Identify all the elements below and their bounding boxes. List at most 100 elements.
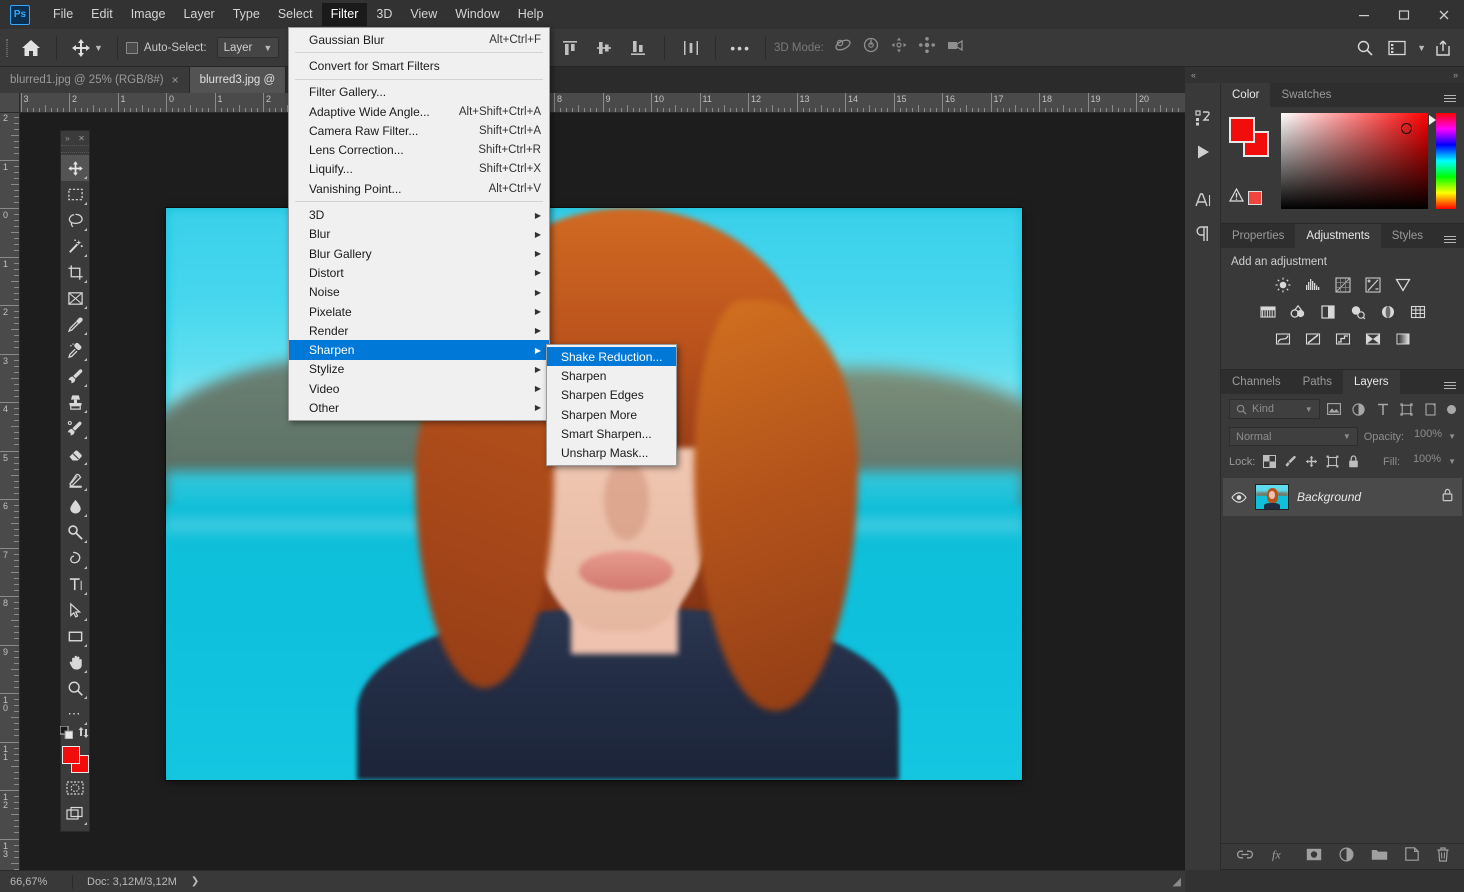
gamut-substitute-swatch[interactable] <box>1248 191 1262 205</box>
edit-toolbar-tool[interactable]: ⋯ <box>61 701 89 727</box>
invert-icon[interactable] <box>1274 330 1292 348</box>
submenu-item-unsharp-mask[interactable]: Unsharp Mask... <box>547 443 676 462</box>
menu-help[interactable]: Help <box>509 3 553 26</box>
menu-item-blur[interactable]: Blur ▶ <box>289 225 549 244</box>
align-vertical-centers-icon[interactable] <box>588 29 620 67</box>
color-field[interactable] <box>1281 113 1428 209</box>
default-colors-icon[interactable] <box>60 726 73 744</box>
menu-item-noise[interactable]: Noise ▶ <box>289 283 549 302</box>
path-selection-tool[interactable] <box>61 597 89 623</box>
color-field-cursor[interactable] <box>1401 123 1412 134</box>
menu-image[interactable]: Image <box>122 3 175 26</box>
filters-on-toggle[interactable] <box>1447 405 1456 414</box>
collapse-left-icon[interactable]: « <box>1191 70 1196 80</box>
paragraph-icon[interactable] <box>1185 217 1221 251</box>
menu-window[interactable]: Window <box>446 3 508 26</box>
blend-mode-dropdown[interactable]: Normal ▼ <box>1229 427 1358 446</box>
close-icon[interactable] <box>1424 0 1464 29</box>
submenu-item-sharpen-edges[interactable]: Sharpen Edges <box>547 386 676 405</box>
ruler-corner[interactable] <box>0 93 20 113</box>
status-bar-grip[interactable]: ◢ <box>1173 875 1185 888</box>
lasso-tool[interactable] <box>61 207 89 233</box>
lock-image-pixels-icon[interactable] <box>1283 455 1297 469</box>
menu-item-convert-for-smart-filters[interactable]: Convert for Smart Filters <box>289 56 549 75</box>
foreground-color-swatch[interactable] <box>1229 117 1255 143</box>
search-icon[interactable] <box>1350 29 1380 67</box>
brightness-contrast-icon[interactable] <box>1274 276 1292 294</box>
menu-item-distort[interactable]: Distort ▶ <box>289 263 549 282</box>
tab-styles[interactable]: Styles <box>1381 224 1434 248</box>
gradient-map-icon[interactable] <box>1364 330 1382 348</box>
submenu-item-shake-reduction[interactable]: Shake Reduction... <box>547 347 676 366</box>
move-tool-icon[interactable]: ▼ <box>65 29 109 67</box>
play-icon[interactable] <box>1185 135 1221 169</box>
menu-item-lens-correction[interactable]: Lens Correction... Shift+Ctrl+R <box>289 140 549 159</box>
home-icon[interactable] <box>14 29 48 67</box>
gamut-warning-icon[interactable] <box>1229 188 1244 207</box>
photo-filter-icon[interactable] <box>1349 303 1367 321</box>
delete-layer-icon[interactable] <box>1436 847 1450 867</box>
sharpen-submenu[interactable]: Shake Reduction... Sharpen Sharpen Edges… <box>546 344 677 466</box>
submenu-item-smart-sharpen[interactable]: Smart Sharpen... <box>547 424 676 443</box>
libraries-icon[interactable] <box>1185 101 1221 135</box>
maximize-icon[interactable] <box>1384 0 1424 29</box>
color-balance-icon[interactable] <box>1289 303 1307 321</box>
panel-menu-icon[interactable] <box>1436 224 1464 248</box>
menu-item-adaptive-wide-angle[interactable]: Adaptive Wide Angle... Alt+Shift+Ctrl+A <box>289 102 549 121</box>
screen-mode-icon[interactable] <box>61 801 89 827</box>
spot-healing-brush-tool[interactable] <box>61 337 89 363</box>
expand-icon[interactable]: » <box>65 134 69 143</box>
menu-layer[interactable]: Layer <box>174 3 223 26</box>
tab-properties[interactable]: Properties <box>1221 224 1295 248</box>
auto-select-target-dropdown[interactable]: Layer ▼ <box>217 37 280 58</box>
chevron-right-icon[interactable]: ❯ <box>191 876 199 887</box>
smart-object-filter-icon[interactable] <box>1421 399 1440 419</box>
submenu-item-sharpen[interactable]: Sharpen <box>547 366 676 385</box>
eyedropper-tool[interactable] <box>61 311 89 337</box>
collapse-right-icon[interactable]: » <box>1453 70 1458 80</box>
menu-item-render[interactable]: Render ▶ <box>289 321 549 340</box>
type-filter-icon[interactable] <box>1373 399 1392 419</box>
chevron-down-icon[interactable]: ▼ <box>1417 43 1426 53</box>
lock-artboard-icon[interactable] <box>1325 455 1339 469</box>
rectangle-tool[interactable] <box>61 623 89 649</box>
hue-saturation-icon[interactable] <box>1259 303 1277 321</box>
swap-colors-icon[interactable] <box>77 726 90 744</box>
layer-style-fx-icon[interactable]: fx <box>1271 847 1289 866</box>
lock-position-icon[interactable] <box>1304 455 1318 469</box>
menu-item-filter-gallery[interactable]: Filter Gallery... <box>289 83 549 102</box>
panel-menu-icon[interactable] <box>1436 83 1464 107</box>
chevron-down-icon[interactable]: ▼ <box>1448 457 1456 466</box>
pixel-filter-icon[interactable] <box>1325 399 1344 419</box>
quick-mask-icon[interactable] <box>61 775 89 801</box>
auto-select-checkbox[interactable] <box>126 42 138 54</box>
dodge-tool[interactable] <box>61 519 89 545</box>
menu-item-sharpen[interactable]: Sharpen ▶ <box>289 340 549 359</box>
menu-type[interactable]: Type <box>224 3 269 26</box>
align-bottom-edges-icon[interactable] <box>622 29 654 67</box>
foreground-color-swatch[interactable] <box>62 746 80 764</box>
menu-edit[interactable]: Edit <box>82 3 122 26</box>
new-layer-icon[interactable] <box>1405 847 1419 866</box>
frame-tool[interactable] <box>61 285 89 311</box>
opacity-value[interactable]: 100% <box>1410 428 1442 445</box>
vertical-ruler[interactable]: 21012345678910111213 <box>0 113 20 870</box>
shape-filter-icon[interactable] <box>1397 399 1416 419</box>
channel-mixer-icon[interactable] <box>1379 303 1397 321</box>
menu-item-other[interactable]: Other ▶ <box>289 398 549 417</box>
selective-color-icon[interactable] <box>1394 330 1412 348</box>
menu-item-pixelate[interactable]: Pixelate ▶ <box>289 302 549 321</box>
horizontal-ruler[interactable]: 32101234567891011121314151617181920 <box>20 93 1185 113</box>
curves-icon[interactable] <box>1334 276 1352 294</box>
camera-3d-icon[interactable] <box>946 36 966 59</box>
levels-icon[interactable] <box>1304 276 1322 294</box>
threshold-icon[interactable] <box>1334 330 1352 348</box>
minimize-icon[interactable] <box>1344 0 1384 29</box>
menu-3d[interactable]: 3D <box>367 3 401 26</box>
exposure-icon[interactable] <box>1364 276 1382 294</box>
filter-menu-dropdown[interactable]: Gaussian Blur Alt+Ctrl+F Convert for Sma… <box>288 27 550 421</box>
zoom-tool[interactable] <box>61 675 89 701</box>
hue-slider[interactable] <box>1436 113 1456 209</box>
vibrance-icon[interactable] <box>1394 276 1412 294</box>
chevron-down-icon[interactable]: ▼ <box>94 43 103 53</box>
